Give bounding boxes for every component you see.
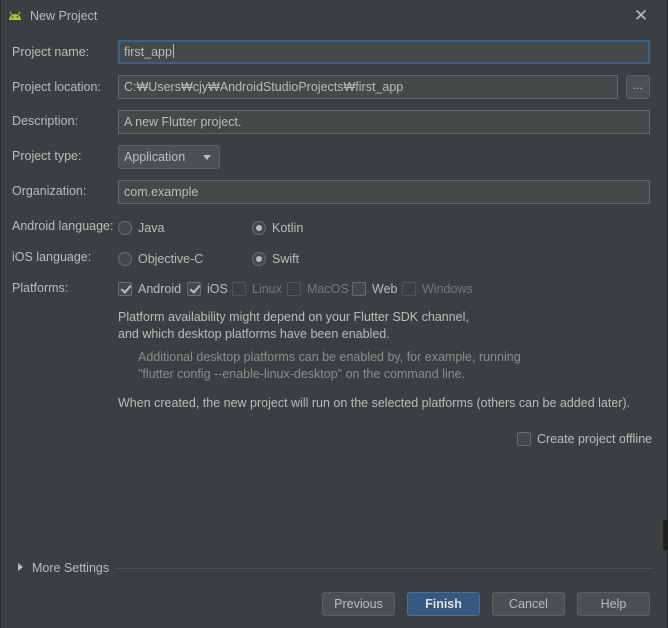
previous-button[interactable]: Previous — [322, 592, 395, 616]
radio-java[interactable] — [118, 221, 132, 235]
divider — [114, 568, 654, 569]
platform-note: When created, the new project will run o… — [118, 396, 631, 410]
radio-objective-c-label[interactable]: Objective-C — [138, 252, 203, 266]
project-type-value: Application — [124, 150, 186, 164]
radio-swift-label[interactable]: Swift — [272, 252, 299, 266]
description-value: A new Flutter project. — [124, 115, 242, 129]
chevron-right-icon[interactable] — [18, 563, 23, 571]
cancel-button[interactable]: Cancel — [492, 592, 565, 616]
title-bar: New Project ✕ — [1, 0, 667, 32]
desktop-hint-line2: "flutter config --enable-linux-desktop" … — [138, 367, 466, 381]
radio-kotlin[interactable] — [252, 221, 266, 235]
platforms-label: Platforms: — [12, 281, 69, 295]
checkbox-macos-label: MacOS — [307, 282, 349, 296]
platform-info-line2: and which desktop platforms have been en… — [118, 327, 390, 341]
checkbox-offline-label[interactable]: Create project offline — [537, 432, 652, 446]
close-button[interactable]: ✕ — [631, 6, 651, 26]
checkbox-web-label[interactable]: Web — [372, 282, 397, 296]
finish-button[interactable]: Finish — [407, 592, 480, 616]
android-language-label: Android language: — [12, 219, 114, 233]
project-location-label: Project location: — [12, 80, 101, 94]
chevron-down-icon — [203, 155, 211, 160]
ios-language-label: iOS language: — [12, 250, 92, 264]
checkbox-ios-label[interactable]: iOS — [207, 282, 228, 296]
checkbox-web[interactable] — [352, 282, 366, 296]
close-icon[interactable]: ✕ — [634, 6, 648, 25]
project-type-dropdown[interactable]: Application — [118, 145, 220, 169]
platform-info-line1: Platform availability might depend on yo… — [118, 310, 469, 324]
checkbox-macos — [287, 282, 301, 296]
project-location-value: C:₩Users₩cjy₩AndroidStudioProjects₩first… — [124, 80, 404, 94]
checkbox-linux — [232, 282, 246, 296]
organization-label: Organization: — [12, 184, 87, 198]
project-name-value: first_app — [124, 45, 172, 59]
help-button[interactable]: Help — [577, 592, 650, 616]
project-name-label: Project name: — [12, 45, 90, 59]
radio-objective-c[interactable] — [118, 252, 132, 266]
desktop-hint-line1: Additional desktop platforms can be enab… — [138, 350, 521, 364]
checkbox-android-label[interactable]: Android — [138, 282, 181, 296]
more-settings-toggle[interactable]: More Settings — [32, 561, 109, 575]
dialog-title: New Project — [30, 9, 98, 23]
checkbox-offline[interactable] — [517, 432, 531, 446]
project-location-input[interactable]: C:₩Users₩cjy₩AndroidStudioProjects₩first… — [118, 75, 618, 99]
radio-java-label[interactable]: Java — [138, 221, 164, 235]
checkbox-ios[interactable] — [187, 282, 201, 296]
radio-swift[interactable] — [252, 252, 266, 266]
browse-location-button[interactable]: ... — [626, 75, 650, 99]
checkbox-android[interactable] — [118, 282, 132, 296]
description-label: Description: — [12, 114, 78, 128]
radio-kotlin-label[interactable]: Kotlin — [272, 221, 303, 235]
text-caret — [172, 44, 174, 58]
project-type-label: Project type: — [12, 149, 82, 163]
new-project-dialog: New Project ✕ Project name: first_app Pr… — [0, 0, 668, 628]
checkbox-windows — [402, 282, 416, 296]
organization-input[interactable]: com.example — [118, 180, 650, 204]
android-icon — [9, 11, 21, 20]
checkbox-linux-label: Linux — [252, 282, 282, 296]
description-input[interactable]: A new Flutter project. — [118, 110, 650, 134]
checkbox-windows-label: Windows — [422, 282, 473, 296]
project-name-input[interactable]: first_app — [118, 40, 650, 64]
window-edge — [663, 520, 668, 550]
organization-value: com.example — [124, 185, 199, 199]
